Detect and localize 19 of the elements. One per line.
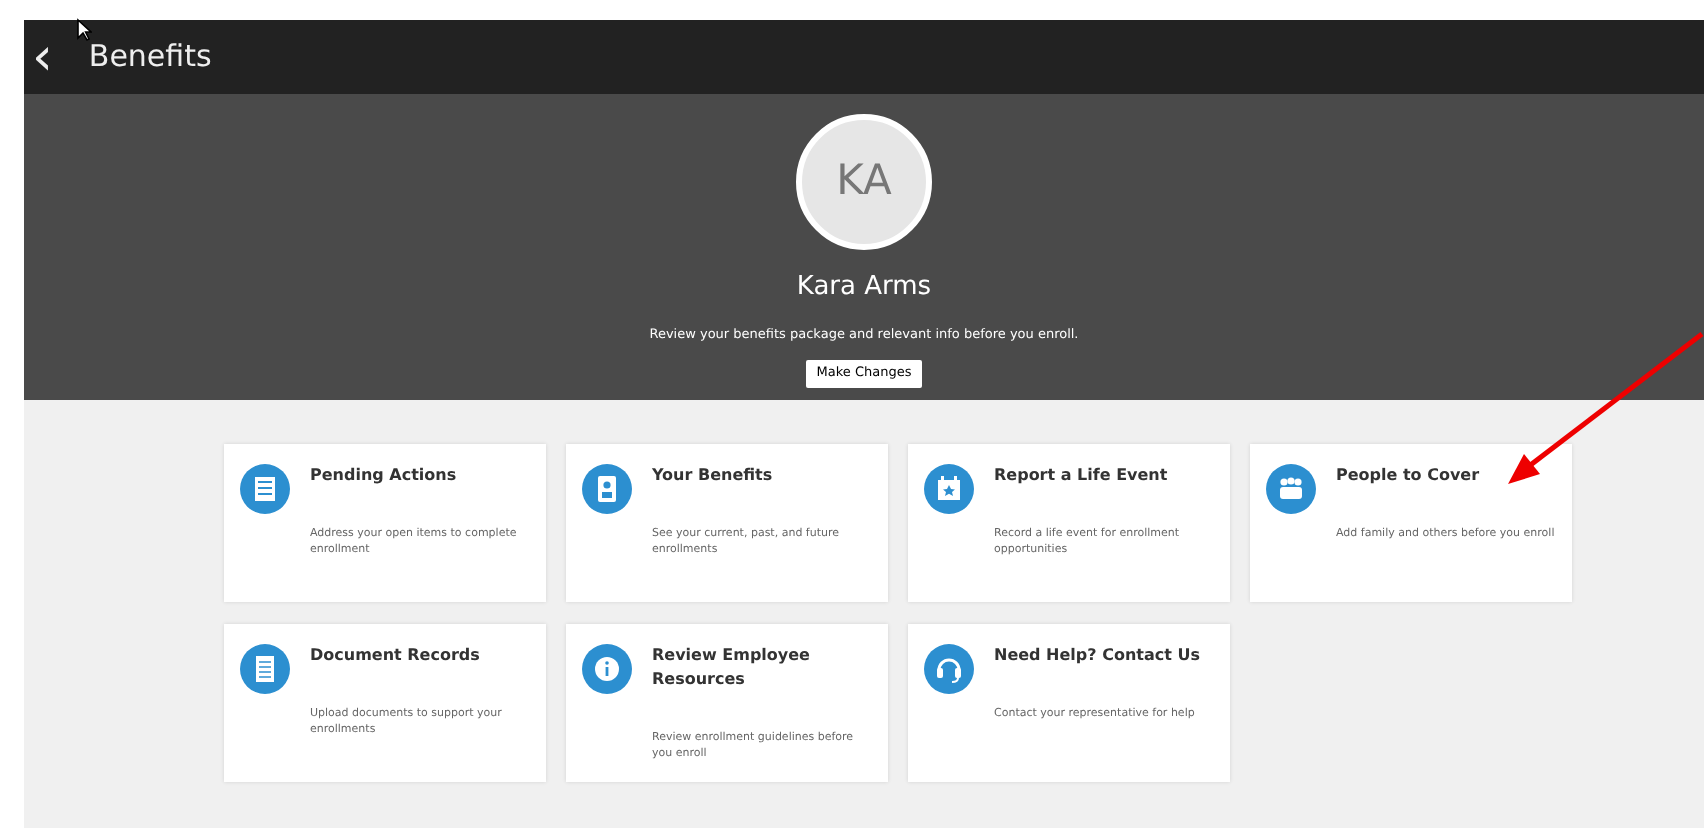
calendar-icon <box>924 464 974 514</box>
card-title: Pending Actions <box>310 464 459 488</box>
card-title: Your Benefits <box>652 464 775 488</box>
people-icon <box>1266 464 1316 514</box>
page-title: Benefits <box>88 36 212 79</box>
badge-icon <box>582 464 632 514</box>
card-title: Report a Life Event <box>994 464 1170 488</box>
card-title: Need Help? Contact Us <box>994 644 1200 668</box>
card-title: Document Records <box>310 644 482 668</box>
card-title: People to Cover <box>1336 464 1482 488</box>
headset-icon <box>924 644 974 694</box>
info-icon <box>582 644 632 694</box>
document-icon <box>240 644 290 694</box>
card-title: Review Employee Resources <box>652 644 812 692</box>
cursor-icon <box>76 18 92 42</box>
back-button[interactable]: ‹ <box>24 31 61 83</box>
list-icon <box>240 464 290 514</box>
avatar: KA <box>796 114 932 250</box>
profile-name: Kara Arms <box>796 270 932 306</box>
